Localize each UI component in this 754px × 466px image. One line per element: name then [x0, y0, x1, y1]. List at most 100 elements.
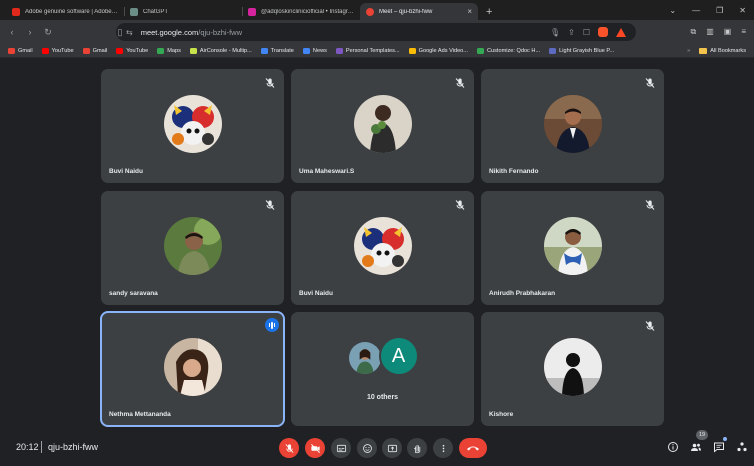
- present-screen-button[interactable]: [382, 438, 402, 458]
- bookmark-item[interactable]: Light Grayish Blue P...: [549, 47, 614, 54]
- leave-call-button[interactable]: [459, 438, 487, 458]
- participant-name: sandy saravana: [109, 290, 158, 297]
- bookmark-label: YouTube: [126, 47, 149, 54]
- meeting-time: 20:12: [16, 442, 39, 452]
- bookmark-favicon-icon: [189, 47, 197, 54]
- bookmark-favicon-icon: [549, 47, 557, 54]
- bookmark-item[interactable]: Personal Templates...: [335, 47, 400, 54]
- close-tab-icon[interactable]: ×: [467, 7, 472, 16]
- forward-icon[interactable]: ›: [24, 27, 36, 37]
- bookmark-item[interactable]: Maps: [157, 47, 181, 54]
- bookmark-item[interactable]: AirConsole - Multip...: [189, 47, 252, 54]
- captions-button[interactable]: [331, 438, 351, 458]
- reload-icon[interactable]: ↻: [42, 27, 54, 38]
- activities-button[interactable]: [735, 440, 749, 454]
- bookmark-item[interactable]: Gmail: [82, 47, 108, 54]
- bookmark-label: Customize: Qdoc H...: [486, 47, 541, 54]
- bookmark-label: YouTube: [51, 47, 74, 54]
- restore-icon[interactable]: ❐: [716, 6, 723, 15]
- bookmark-favicon-icon: [157, 47, 165, 54]
- share-icon[interactable]: ⇪: [568, 28, 575, 37]
- participant-tile[interactable]: Buvi Naidu: [291, 191, 474, 305]
- tab-adobe[interactable]: Adobe genuine software | Adobe official: [6, 3, 124, 20]
- avatar: [543, 217, 602, 275]
- participant-tile[interactable]: Nikith Fernando: [481, 69, 664, 183]
- others-avatars: A: [346, 336, 419, 380]
- wallet-icon[interactable]: ▣: [724, 27, 732, 37]
- tab-title: ChatGPT: [143, 8, 169, 15]
- meeting-details-button[interactable]: [666, 440, 680, 454]
- microphone-icon[interactable]: 🎙: [550, 28, 560, 37]
- participant-tile[interactable]: Uma Maheswari.S: [291, 69, 474, 183]
- emoji-reactions-button[interactable]: [357, 438, 377, 458]
- bookmark-icon[interactable]: ▯: [114, 27, 126, 38]
- bookmark-item[interactable]: Customize: Qdoc H...: [476, 47, 541, 54]
- others-tile[interactable]: A 10 others: [291, 312, 474, 426]
- meeting-code: qju-bzhi-fww: [48, 442, 99, 452]
- bookmark-label: AirConsole - Multip...: [199, 47, 252, 54]
- back-icon[interactable]: ‹: [6, 27, 18, 37]
- mic-off-icon: [265, 200, 275, 210]
- camera-off-icon: [310, 443, 320, 453]
- participant-tile[interactable]: Anirudh Prabhakaran: [481, 191, 664, 305]
- mic-off-icon: [645, 200, 655, 210]
- microphone-toggle-button[interactable]: [279, 438, 299, 458]
- bookmark-item[interactable]: YouTube: [41, 47, 74, 54]
- chat-button[interactable]: [712, 440, 726, 454]
- bookmark-item[interactable]: Google Ads Video...: [408, 47, 468, 54]
- bookmarks-overflow-button[interactable]: »: [687, 48, 690, 54]
- close-window-icon[interactable]: ✕: [739, 6, 746, 15]
- chevron-down-icon[interactable]: ⌄: [669, 6, 676, 15]
- bookmark-label: Gmail: [92, 47, 108, 54]
- avatar: [163, 338, 222, 396]
- sidebar-icon[interactable]: ▥: [706, 27, 714, 37]
- participant-name: Anirudh Prabhakaran: [489, 290, 556, 297]
- window-controls: ⌄ — ❐ ✕: [669, 0, 754, 20]
- participant-tile-active-speaker[interactable]: Nethma Mettananda: [100, 311, 285, 427]
- new-tab-button[interactable]: +: [478, 6, 498, 20]
- participant-tile[interactable]: Buvi Naidu: [101, 69, 284, 183]
- phone-hangup-icon: [467, 446, 479, 451]
- bookmark-label: Maps: [167, 47, 181, 54]
- others-count-label: 10 others: [366, 394, 399, 401]
- bookmark-favicon-icon: [476, 47, 484, 54]
- mic-off-icon: [455, 78, 465, 88]
- tab-instagram[interactable]: @adqloskincliniciofficial • Instagram: [242, 3, 360, 20]
- minimize-icon[interactable]: —: [692, 6, 700, 15]
- menu-icon[interactable]: ≡: [741, 27, 746, 37]
- address-bar[interactable]: ⇆ meet.google.com/qju-bzhi-fww 🎙 ⇪ ☐: [116, 23, 636, 41]
- bookmark-item[interactable]: YouTube: [116, 47, 149, 54]
- more-vertical-icon: [442, 444, 444, 452]
- extensions-icon[interactable]: ⧉: [690, 27, 696, 37]
- tab-chatgpt[interactable]: ChatGPT: [124, 3, 242, 20]
- avatar: [353, 95, 412, 153]
- mic-off-icon: [265, 78, 275, 88]
- camera-toggle-button[interactable]: [305, 438, 325, 458]
- raise-hand-button[interactable]: [407, 438, 427, 458]
- participant-count-badge: 19: [696, 430, 708, 440]
- participant-tile[interactable]: sandy saravana: [101, 191, 284, 305]
- people-button[interactable]: [689, 440, 703, 454]
- avatar-letter: A: [378, 336, 419, 376]
- brave-rewards-icon[interactable]: [616, 27, 626, 37]
- bookmark-item[interactable]: News: [302, 47, 327, 54]
- bookmark-favicon-icon: [260, 47, 268, 54]
- all-bookmarks-button[interactable]: All Bookmarks: [699, 47, 746, 54]
- participant-tile[interactable]: Kishore: [481, 312, 664, 426]
- more-options-button[interactable]: [433, 438, 453, 458]
- bookmark-favicon-icon: [116, 47, 124, 54]
- site-info-icon[interactable]: ⇆: [126, 28, 133, 37]
- bookmark-label: Personal Templates...: [345, 47, 400, 54]
- tab-meet[interactable]: Meet – qju-bzhi-fww ×: [360, 3, 478, 20]
- bookmark-label: Google Ads Video...: [418, 47, 468, 54]
- bookmark-item[interactable]: Translate: [260, 47, 294, 54]
- camera-in-use-icon[interactable]: ☐: [583, 28, 590, 37]
- adobe-icon: [12, 7, 20, 16]
- mic-off-icon: [645, 78, 655, 88]
- avatar: [163, 217, 222, 275]
- bookmark-item[interactable]: Gmail: [8, 47, 33, 54]
- bookmark-label: Translate: [270, 47, 294, 54]
- avatar: [353, 217, 412, 275]
- bookmark-label: News: [312, 47, 327, 54]
- brave-shields-icon[interactable]: [598, 27, 608, 37]
